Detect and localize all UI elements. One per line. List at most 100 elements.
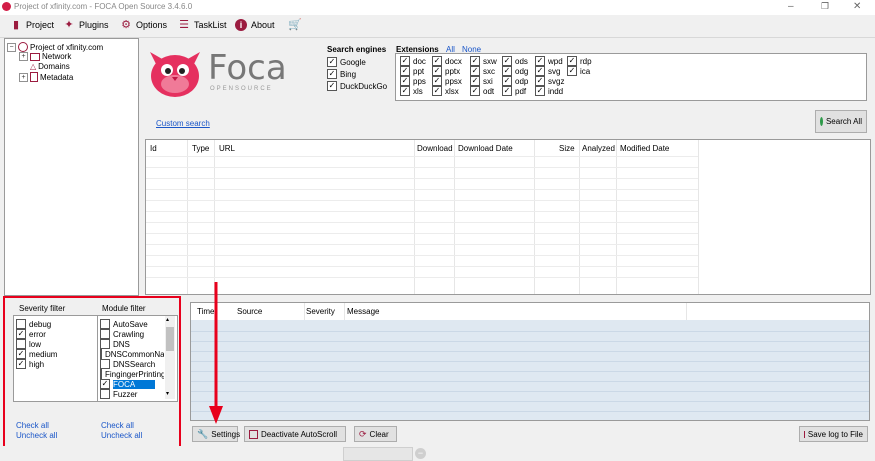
module-item[interactable]: DNSSearch [100,359,164,369]
menu-plugins[interactable]: ✦ Plugins [63,19,108,31]
checkbox[interactable] [100,339,110,349]
severity-check-all-link[interactable]: Check all [16,421,49,430]
extension-pdf-checkbox[interactable]: ✓ pdf [502,86,526,96]
tree-item-network[interactable]: + Network [19,52,71,61]
severity-item-high[interactable]: ✓ high [16,359,44,369]
severity-item-medium[interactable]: ✓ medium [16,349,57,359]
engine-google-checkbox[interactable]: ✓ Google [327,57,366,67]
expand-icon[interactable]: + [19,52,28,61]
checkbox[interactable]: ✓ [535,86,545,96]
checkbox[interactable]: ✓ [535,56,545,66]
log-column-header[interactable]: Severity [306,307,335,316]
stop-icon[interactable]: − [415,448,426,459]
checkbox[interactable]: ✓ [16,359,26,369]
extension-pps-checkbox[interactable]: ✓ pps [400,76,426,86]
checkbox[interactable] [100,389,110,399]
checkbox[interactable]: ✓ [470,56,480,66]
checkbox[interactable]: ✓ [470,66,480,76]
extension-sxw-checkbox[interactable]: ✓ sxw [470,56,497,66]
module-item[interactable]: DNSCommonNa [100,349,164,359]
module-item[interactable]: Fuzzer [100,389,164,399]
checkbox[interactable]: ✓ [432,56,442,66]
files-column-header[interactable]: Id [150,144,157,153]
severity-uncheck-all-link[interactable]: Uncheck all [16,431,57,440]
files-column-header[interactable]: Size [559,144,575,153]
extension-rdp-checkbox[interactable]: ✓ rdp [567,56,592,66]
module-check-all-link[interactable]: Check all [101,421,134,430]
scrollbar-thumb[interactable] [166,327,174,351]
extension-xlsx-checkbox[interactable]: ✓ xlsx [432,86,459,96]
log-column-header[interactable]: Message [347,307,379,316]
menu-about[interactable]: i About [235,19,275,31]
engine-duckduckgo-checkbox[interactable]: ✓ DuckDuckGo [327,81,387,91]
checkbox[interactable] [16,319,26,329]
checkbox[interactable]: ✓ [100,379,110,389]
checkbox[interactable] [100,329,110,339]
scroll-up-icon[interactable]: ▴ [166,316,169,323]
minimize-icon[interactable]: – [788,1,794,12]
menu-cart[interactable]: 🛒 [288,19,302,31]
checkbox[interactable]: ✓ [502,56,512,66]
extension-docx-checkbox[interactable]: ✓ docx [432,56,462,66]
checkbox[interactable]: ✓ [567,56,577,66]
module-item[interactable]: FingingerPrinting [100,369,164,379]
extension-svgz-checkbox[interactable]: ✓ svgz [535,76,564,86]
checkbox[interactable]: ✓ [400,66,410,76]
tree-item-domains[interactable]: △ Domains [30,62,70,71]
tree-root[interactable]: − Project of xfinity.com [7,42,103,52]
files-column-header[interactable]: Type [192,144,209,153]
checkbox[interactable] [100,349,102,359]
search-all-button[interactable]: Search All [815,110,867,133]
engine-bing-checkbox[interactable]: ✓ Bing [327,69,356,79]
extension-odg-checkbox[interactable]: ✓ odg [502,66,528,76]
checkbox[interactable]: ✓ [502,86,512,96]
files-column-header[interactable]: URL [219,144,235,153]
checkbox[interactable]: ✓ [432,76,442,86]
extension-ica-checkbox[interactable]: ✓ ica [567,66,590,76]
module-item[interactable]: ✓ FOCA [100,379,164,389]
menu-tasklist[interactable]: ☰ TaskList [178,19,226,31]
checkbox[interactable]: ✓ [535,76,545,86]
checkbox[interactable]: ✓ [400,86,410,96]
extension-sxc-checkbox[interactable]: ✓ sxc [470,66,495,76]
maximize-icon[interactable]: ❐ [821,1,829,12]
collapse-icon[interactable]: − [7,42,16,52]
module-filter-list[interactable]: AutoSave Crawling DNS DNSCommonNa DNSSearch F… [97,315,178,402]
files-column-header[interactable]: Download Date [458,144,513,153]
checkbox[interactable]: ✓ [432,66,442,76]
checkbox[interactable] [100,359,110,369]
checkbox[interactable]: ✓ [470,86,480,96]
extension-indd-checkbox[interactable]: ✓ indd [535,86,563,96]
menu-project[interactable]: ▮ Project [10,19,54,31]
extension-pptx-checkbox[interactable]: ✓ pptx [432,66,460,76]
checkbox[interactable]: ✓ [502,76,512,86]
severity-item-debug[interactable]: debug [16,319,51,329]
expand-icon[interactable]: + [19,72,28,82]
close-icon[interactable]: ✕ [853,1,861,12]
files-column-header[interactable]: Analyzed [582,144,615,153]
files-column-header[interactable]: Download [417,144,453,153]
checkbox[interactable] [16,339,26,349]
tree-item-metadata[interactable]: + Metadata [19,72,73,82]
module-item[interactable]: Crawling [100,329,164,339]
extension-odp-checkbox[interactable]: ✓ odp [502,76,528,86]
save-log-button[interactable]: Save log to File [799,426,868,442]
extension-odt-checkbox[interactable]: ✓ odt [470,86,494,96]
checkbox[interactable]: ✓ [400,76,410,86]
checkbox[interactable]: ✓ [502,66,512,76]
extension-ppt-checkbox[interactable]: ✓ ppt [400,66,424,76]
module-list-scrollbar[interactable]: ▴ ▾ [165,316,175,399]
severity-item-low[interactable]: low [16,339,41,349]
checkbox[interactable]: ✓ [400,56,410,66]
checkbox[interactable]: ✓ [16,329,26,339]
checkbox[interactable]: ✓ [535,66,545,76]
checkbox[interactable]: ✓ [432,86,442,96]
extension-wpd-checkbox[interactable]: ✓ wpd [535,56,563,66]
checkbox[interactable]: ✓ [327,69,337,79]
log-column-header[interactable]: Source [237,307,262,316]
severity-item-error[interactable]: ✓ error [16,329,46,339]
extension-doc-checkbox[interactable]: ✓ doc [400,56,426,66]
extension-ods-checkbox[interactable]: ✓ ods [502,56,528,66]
extension-ppsx-checkbox[interactable]: ✓ ppsx [432,76,462,86]
checkbox[interactable]: ✓ [470,76,480,86]
